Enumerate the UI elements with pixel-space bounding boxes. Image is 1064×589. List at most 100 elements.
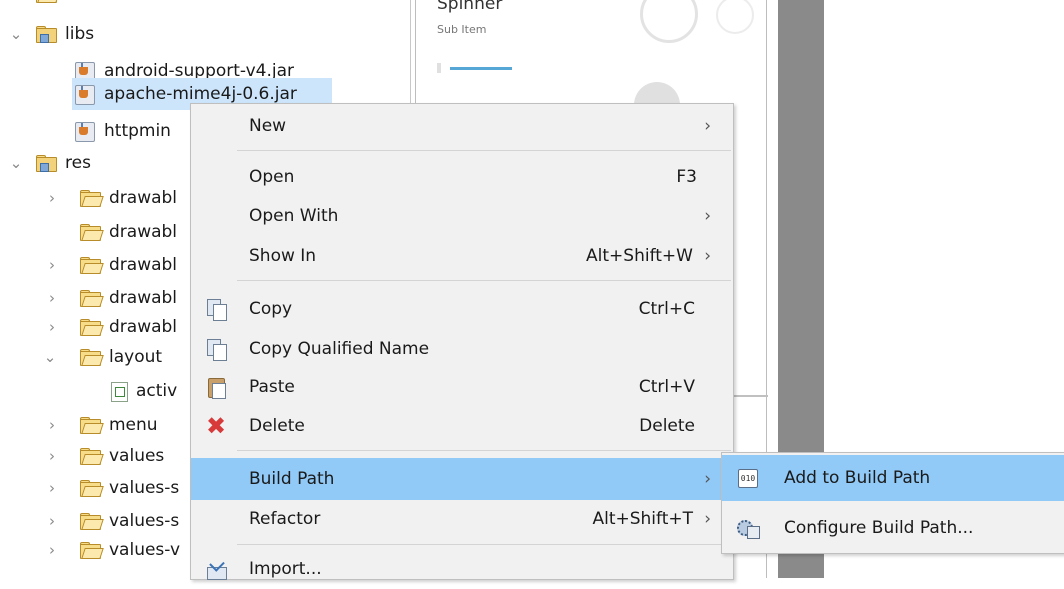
tree-label: res [65,153,91,173]
folder-icon [80,541,104,559]
menu-item-shortcut: Delete [639,416,695,436]
menu-item-shortcut: Ctrl+C [638,299,695,319]
menu-separator [237,450,731,451]
chevron-right-icon[interactable]: › [44,541,60,559]
menu-item-label: Refactor [249,509,321,529]
chevron-right-icon[interactable]: › [44,256,60,274]
folder-icon [80,289,104,307]
seekbar-thumb [437,63,441,73]
chevron-right-icon[interactable]: › [44,447,60,465]
configure-build-path-icon [736,517,760,539]
folder-icon [36,0,60,3]
chevron-right-icon[interactable]: › [44,318,60,336]
chevron-down-icon[interactable]: ⌄ [8,154,24,172]
tree-label: activ [136,381,178,401]
folder-icon [80,223,104,241]
folder-icon [80,348,104,366]
tree-label: drawabl [109,222,178,242]
chevron-right-icon[interactable]: › [44,479,60,497]
submenu-item-configure-build-path[interactable]: Configure Build Path... [722,505,1064,551]
tree-label: menu [109,415,158,435]
submenu-arrow-icon: › [704,469,711,489]
menu-item-refactor[interactable]: Refactor Alt+Shift+T › [191,499,733,539]
menu-item-copy[interactable]: Copy Ctrl+C [191,289,733,329]
menu-item-copy-qualified-name[interactable]: Copy Qualified Name [191,329,733,369]
menu-item-label: Copy [249,299,293,319]
copy-icon [205,298,227,321]
menu-item-label: Show In [249,246,317,266]
chevron-right-icon[interactable]: › [44,512,60,530]
menu-item-open-with[interactable]: Open With › [191,196,733,236]
menu-item-shortcut: Alt+Shift+T [592,509,693,529]
jar-icon [74,121,95,142]
submenu-item-label: Configure Build Path... [784,518,974,538]
preview-divider [728,395,768,397]
menu-item-label: Import... [249,559,322,579]
folder-icon [80,416,104,434]
menu-item-build-path[interactable]: Build Path › [191,458,733,500]
menu-item-delete[interactable]: ✖ Delete Delete [191,406,733,446]
spinner-subtitle: Sub Item [437,23,487,36]
menu-item-label: Open With [249,206,339,226]
folder-icon [80,318,104,336]
menu-item-import[interactable]: Import... [191,549,733,589]
tree-row-libs[interactable]: ⌄ libs [8,14,94,54]
layout-xml-icon [110,381,128,402]
menu-separator [237,280,731,281]
submenu-item-add-to-build-path[interactable]: 010 Add to Build Path [722,455,1064,501]
tree-label: bin [65,0,91,4]
folder-icon [80,479,104,497]
submenu-arrow-icon: › [704,116,711,136]
chevron-right-icon[interactable]: › [44,289,60,307]
menu-separator [237,544,731,545]
tree-label: values [109,446,165,466]
chevron-right-icon[interactable]: › [12,0,28,3]
menu-item-shortcut: F3 [676,167,697,187]
chevron-down-icon[interactable]: ⌄ [8,25,24,43]
tree-row-res[interactable]: ⌄ res [8,143,91,183]
menu-item-open[interactable]: Open F3 [191,157,733,197]
chevron-right-icon[interactable]: › [44,416,60,434]
tree-label: httpmin [104,121,171,141]
jar-icon [74,84,95,105]
tree-label: layout [109,347,163,367]
folder-icon [80,256,104,274]
tree-label: drawabl [109,188,178,208]
submenu-arrow-icon: › [704,509,711,529]
tree-row-values-v11[interactable]: › values-v [44,530,180,570]
tree-label: drawabl [109,317,178,337]
menu-item-label: Open [249,167,295,187]
build-path-icon: 010 [736,467,760,489]
chevron-right-icon[interactable]: › [44,189,60,207]
folder-icon [80,512,104,530]
source-folder-icon [36,154,57,172]
tree-label: drawabl [109,255,178,275]
seekbar-progress [450,67,512,70]
delete-icon: ✖ [205,412,227,440]
menu-item-label: Delete [249,416,305,436]
folder-icon [80,447,104,465]
copy-qualified-icon [205,338,227,361]
import-icon [205,556,227,580]
menu-item-paste[interactable]: Paste Ctrl+V [191,367,733,407]
tree-label: values-s [109,478,180,498]
menu-item-label: New [249,116,287,136]
submenu-arrow-icon: › [704,246,711,266]
tree-row-bin[interactable]: › bin [8,0,91,14]
menu-separator [237,150,731,151]
tree-label: libs [65,24,95,44]
submenu-item-label: Add to Build Path [784,468,931,488]
tree-label: values-v [109,540,181,560]
menu-item-shortcut: Alt+Shift+W [586,246,693,266]
paste-icon [205,376,227,399]
spinner-title: Spinner [437,0,503,14]
menu-item-show-in[interactable]: Show In Alt+Shift+W › [191,236,733,276]
context-menu: New › Open F3 Open With › Show In Alt+Sh… [190,103,734,580]
source-folder-icon [36,25,57,43]
folder-icon [80,189,104,207]
chevron-down-icon[interactable]: ⌄ [42,348,58,366]
submenu-arrow-icon: › [704,206,711,226]
menu-item-label: Paste [249,377,295,397]
menu-item-shortcut: Ctrl+V [638,377,695,397]
menu-item-new[interactable]: New › [191,106,733,146]
